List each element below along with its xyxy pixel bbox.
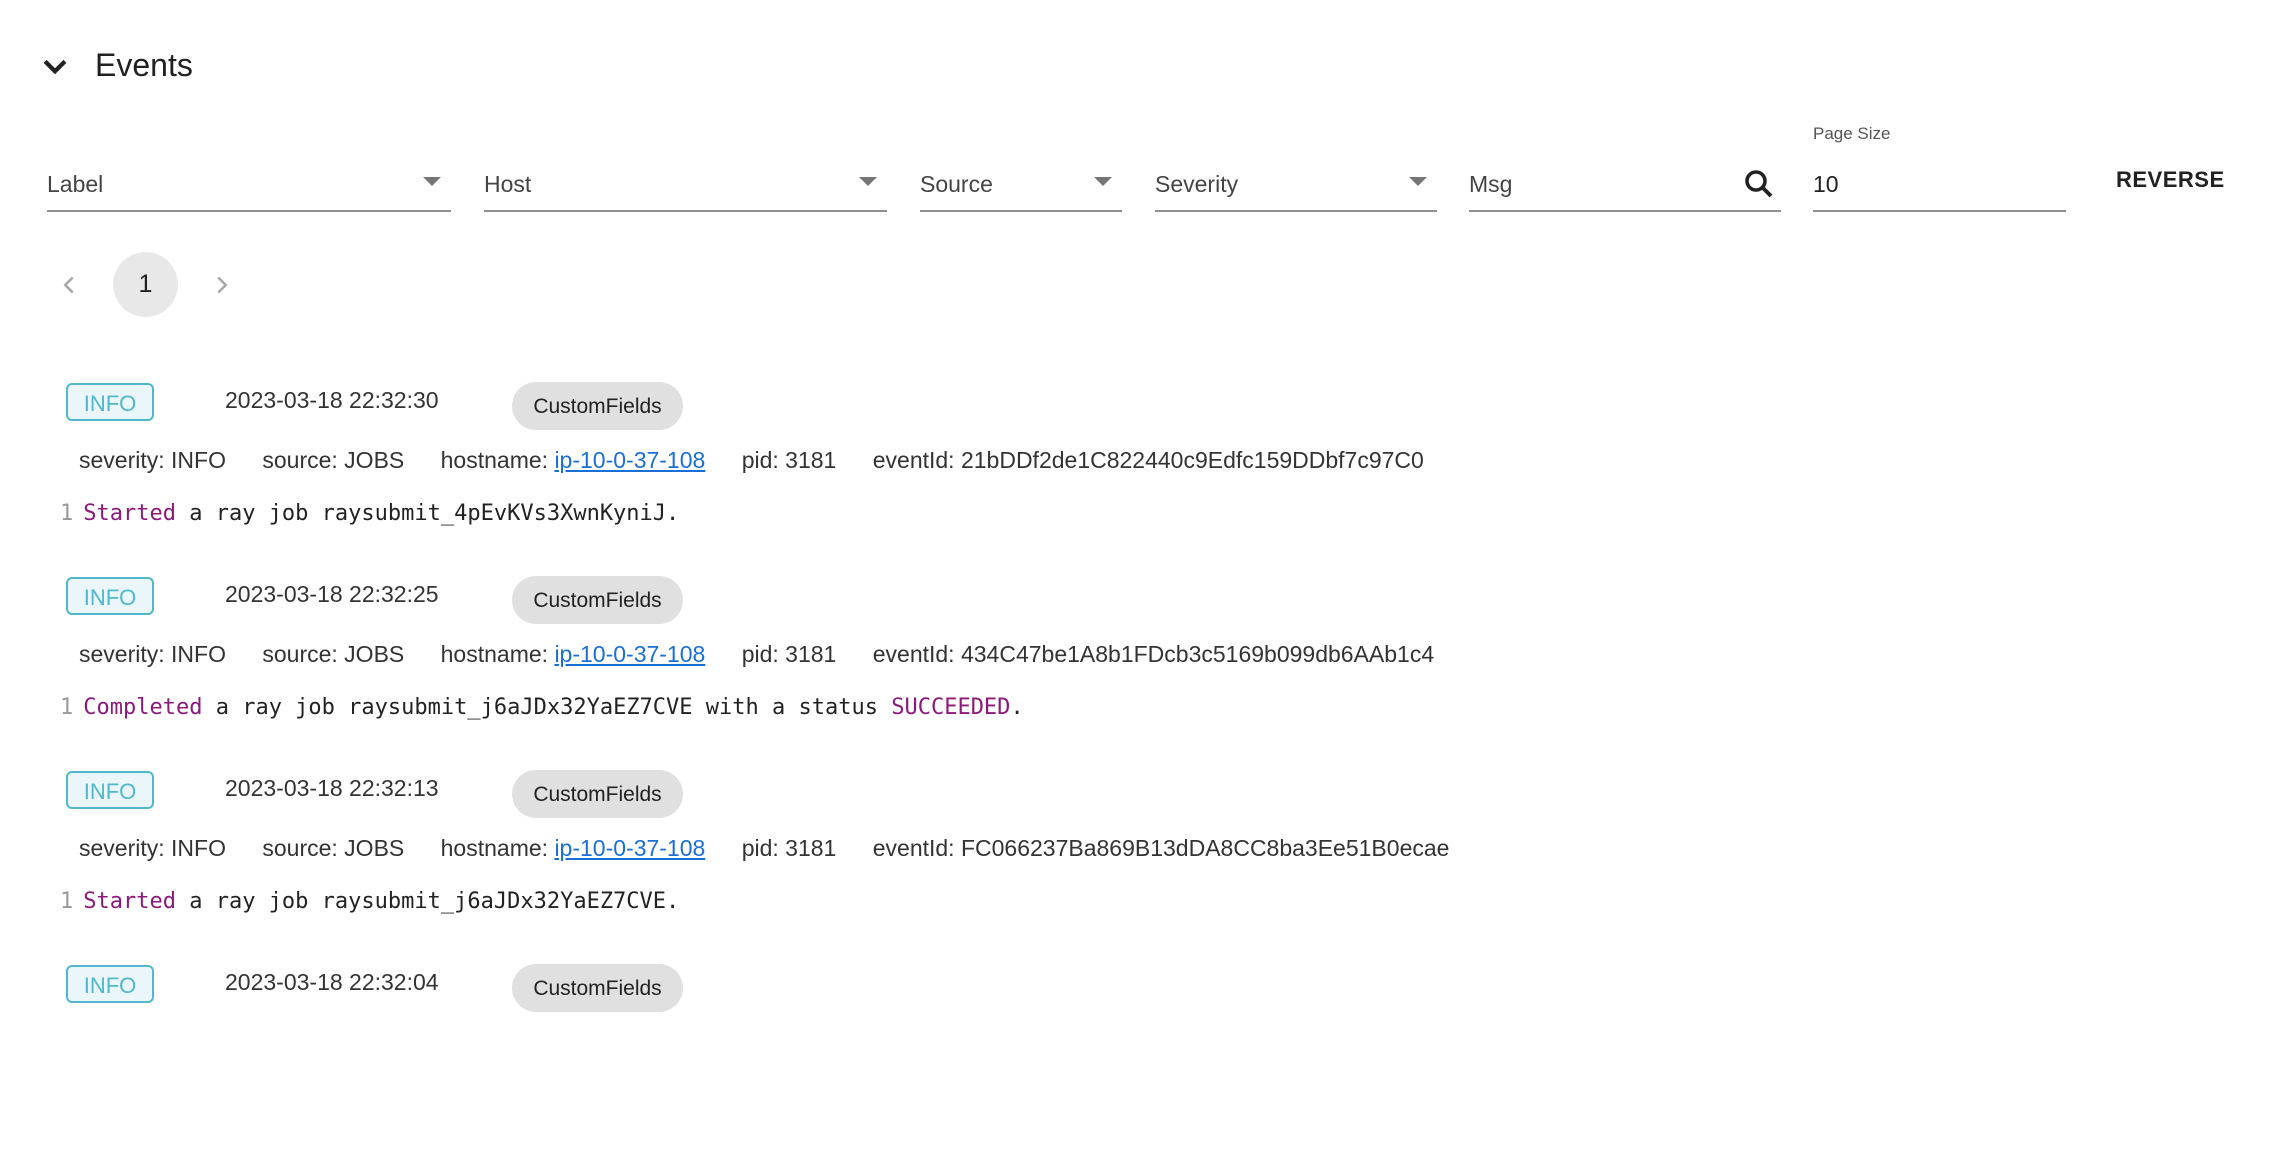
label-select[interactable]: Label [47, 158, 451, 212]
event-message: 1 Started a ray job raysubmit_j6aJDx32YaE… [60, 889, 679, 914]
page-size-value: 10 [1813, 171, 1839, 197]
severity-badge: INFO [66, 965, 154, 1003]
line-number: 1 [60, 501, 74, 526]
event-pid: pid: 3181 [741, 641, 837, 667]
reverse-button[interactable]: REVERSE [2106, 160, 2235, 200]
event-pid: pid: 3181 [741, 835, 837, 861]
event-id: eventId: 434C47be1A8b1FDcb3c5169b099db6A… [872, 641, 1435, 667]
dropdown-arrow-icon [423, 177, 441, 186]
hostname-label: hostname: [440, 835, 555, 861]
event-meta: severity: INFO source: JOBS hostname: ip… [79, 447, 1454, 474]
line-number: 1 [60, 695, 74, 720]
message-end: . [1010, 695, 1024, 720]
event-item: INFO 2023-03-18 22:32:04 CustomFields [0, 964, 2276, 1159]
event-id: eventId: FC066237Ba869B13dDA8CC8ba3Ee51B… [872, 835, 1450, 861]
source-select-placeholder: Source [920, 171, 993, 197]
hostname-label: hostname: [440, 641, 555, 667]
page-size-input[interactable]: 10 [1813, 158, 2066, 212]
event-severity: severity: INFO [79, 447, 226, 473]
custom-fields-chip[interactable]: CustomFields [512, 770, 683, 818]
dropdown-arrow-icon [859, 177, 877, 186]
event-message: 1 Completed a ray job raysubmit_j6aJDx32Y… [60, 695, 1024, 720]
host-select-placeholder: Host [484, 171, 532, 197]
event-time: 2023-03-18 22:32:04 [225, 969, 439, 995]
line-number: 1 [60, 889, 74, 914]
msg-search-placeholder: Msg [1469, 171, 1513, 197]
event-time: 2023-03-18 22:32:25 [225, 581, 439, 607]
search-icon[interactable] [1741, 166, 1777, 202]
message-keyword: Started [83, 501, 176, 526]
msg-search-input[interactable]: Msg [1469, 158, 1781, 212]
event-source: source: JOBS [262, 835, 405, 861]
dropdown-arrow-icon [1409, 177, 1427, 186]
page-size-label: Page Size [1813, 124, 1891, 143]
event-source: source: JOBS [262, 641, 405, 667]
event-id: eventId: 21bDDf2de1C822440c9Edfc159DDbf7… [872, 447, 1424, 473]
page-1-button[interactable]: 1 [113, 252, 178, 317]
severity-badge: INFO [66, 383, 154, 421]
custom-fields-chip[interactable]: CustomFields [512, 576, 683, 624]
dropdown-arrow-icon [1094, 177, 1112, 186]
severity-select-placeholder: Severity [1155, 171, 1239, 197]
event-severity: severity: INFO [79, 835, 226, 861]
hostname-link[interactable]: ip-10-0-37-108 [554, 835, 705, 861]
event-meta: severity: INFO source: JOBS hostname: ip… [79, 641, 1464, 668]
chevron-left-icon[interactable] [54, 270, 84, 300]
severity-select[interactable]: Severity [1155, 158, 1437, 212]
label-select-placeholder: Label [47, 171, 104, 197]
event-source: source: JOBS [262, 447, 405, 473]
source-select[interactable]: Source [920, 158, 1122, 212]
message-text: a ray job raysubmit_j6aJDx32YaEZ7CVE wit… [202, 695, 892, 720]
hostname-label: hostname: [440, 447, 555, 473]
custom-fields-chip[interactable]: CustomFields [512, 382, 683, 430]
message-text: a ray job raysubmit_4pEvKVs3XwnKyniJ. [175, 501, 680, 526]
severity-badge: INFO [66, 771, 154, 809]
message-status: SUCCEEDED [891, 695, 1011, 720]
event-message: 1 Started a ray job raysubmit_4pEvKVs3Xwn… [60, 501, 679, 526]
severity-badge: INFO [66, 577, 154, 615]
message-text: a ray job raysubmit_j6aJDx32YaEZ7CVE. [175, 889, 680, 914]
chevron-right-icon[interactable] [207, 270, 237, 300]
event-item: INFO 2023-03-18 22:32:25 CustomFields se… [0, 576, 2276, 771]
message-keyword: Completed [83, 695, 203, 720]
message-keyword: Started [83, 889, 176, 914]
hostname-link[interactable]: ip-10-0-37-108 [554, 447, 705, 473]
section-title: Events [95, 47, 193, 83]
event-pid: pid: 3181 [741, 447, 837, 473]
event-item: INFO 2023-03-18 22:32:13 CustomFields se… [0, 770, 2276, 965]
event-meta: severity: INFO source: JOBS hostname: ip… [79, 835, 1479, 862]
custom-fields-chip[interactable]: CustomFields [512, 964, 683, 1012]
host-select[interactable]: Host [484, 158, 887, 212]
event-severity: severity: INFO [79, 641, 226, 667]
event-item: INFO 2023-03-18 22:32:30 CustomFields se… [0, 382, 2276, 577]
hostname-link[interactable]: ip-10-0-37-108 [554, 641, 705, 667]
event-time: 2023-03-18 22:32:30 [225, 387, 439, 413]
event-time: 2023-03-18 22:32:13 [225, 775, 439, 801]
chevron-down-icon[interactable] [38, 50, 72, 84]
